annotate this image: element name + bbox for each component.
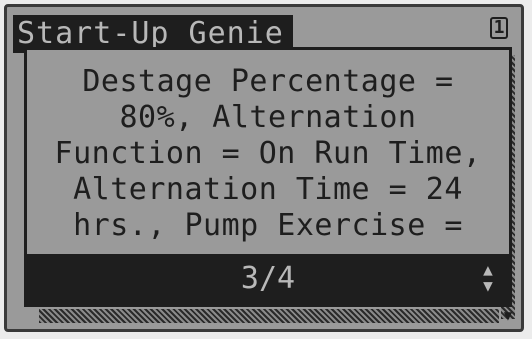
page-number-badge: 1 — [489, 17, 509, 39]
page-indicator: 1 — [483, 11, 515, 49]
popup-line: Destage Percentage = — [82, 64, 454, 99]
popup-line: hrs., Pump Exercise = — [73, 208, 463, 243]
popup-line: 80%, Alternation — [119, 100, 417, 135]
popup-message: Destage Percentage = 80%, Alternation Fu… — [27, 64, 509, 244]
popup-page-counter: 3/4 — [240, 261, 296, 296]
popup-line: Alternation Time = 24 — [73, 172, 463, 207]
info-popup: Destage Percentage = 80%, Alternation Fu… — [24, 47, 512, 307]
lcd-screen: Start-Up Genie 1 ▼ Destage Percentage = … — [4, 4, 524, 332]
bottom-dither-bar — [39, 309, 499, 323]
scroll-down-arrow-icon[interactable]: ▼ — [501, 309, 515, 323]
popup-footer: 3/4 ▲ ▼ — [27, 254, 509, 304]
popup-line: Function = On Run Time, — [54, 136, 482, 171]
up-down-arrows-icon[interactable]: ▲ ▼ — [477, 262, 499, 296]
